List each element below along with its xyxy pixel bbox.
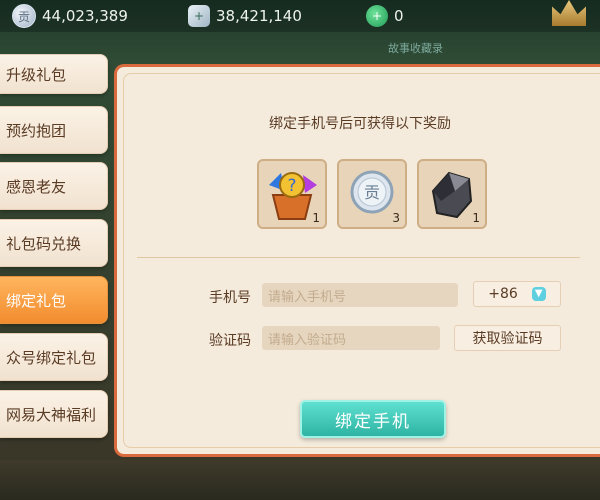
nav-item-label: 众号绑定礼包 — [6, 348, 97, 367]
jade-icon[interactable]: + — [366, 5, 388, 27]
nav-item-label: 绑定礼包 — [6, 291, 67, 310]
nav-item-account-bind-gift[interactable]: 众号绑定礼包 — [0, 333, 108, 381]
currency-coin: 贡 44,023,389 — [12, 4, 128, 28]
phone-label: 手机号 — [209, 290, 251, 306]
nav-item-label: 感恩老友 — [6, 177, 67, 196]
reward-count: 1 — [312, 211, 320, 225]
nav-item-upgrade-pack[interactable]: 升级礼包 — [0, 54, 108, 94]
nav-item-label: 礼包码兑换 — [6, 234, 82, 253]
nav-item-dashen-benefits[interactable]: 网易大神福利 — [0, 390, 108, 438]
reward-count: 1 — [472, 211, 480, 225]
bind-phone-panel: 绑定手机号后可获得以下奖励 ? 1 贡 3 1 手机号 请输入手机号 +86 ▼… — [114, 64, 600, 457]
nav-item-reservation[interactable]: 预约抱团 — [0, 106, 108, 154]
chevron-down-icon: ▼ — [531, 287, 546, 301]
code-input[interactable]: 请输入验证码 — [262, 326, 440, 350]
country-code-select[interactable]: +86 ▼ — [473, 281, 561, 307]
code-label: 验证码 — [209, 333, 251, 349]
nav-item-label: 预约抱团 — [6, 121, 67, 140]
country-code-value: +86 — [488, 286, 518, 302]
silver-coin-icon: 贡 — [12, 4, 36, 28]
nav-item-thanks-friends[interactable]: 感恩老友 — [0, 162, 108, 210]
currency-value: 38,421,140 — [216, 7, 302, 25]
reward-slot-ore[interactable]: 1 — [417, 159, 487, 229]
divider — [137, 257, 580, 258]
currency-value: 44,023,389 — [42, 7, 128, 25]
reward-slot-gem-bag[interactable]: ? 1 — [257, 159, 327, 229]
get-code-button[interactable]: 获取验证码 — [454, 325, 561, 351]
top-watermark: 故事收藏录 — [388, 42, 443, 55]
currency-bar: 贡 44,023,389 + 38,421,140 + 0 — [0, 0, 600, 32]
silver-ingot-icon[interactable]: + — [188, 5, 210, 27]
nav-item-bind-gift[interactable]: 绑定礼包 — [0, 276, 108, 324]
currency-jade: + 0 — [366, 5, 404, 27]
nav-item-gift-code[interactable]: 礼包码兑换 — [0, 219, 108, 267]
currency-silver: + 38,421,140 — [188, 5, 302, 27]
reward-title: 绑定手机号后可获得以下奖励 — [269, 116, 451, 132]
bind-phone-button[interactable]: 绑定手机 — [300, 400, 446, 438]
nav-item-label: 升级礼包 — [6, 65, 67, 84]
phone-input[interactable]: 请输入手机号 — [262, 283, 458, 307]
svg-text:?: ? — [287, 176, 296, 196]
currency-value: 0 — [394, 7, 404, 25]
background-ground — [0, 460, 600, 500]
svg-text:贡: 贡 — [364, 183, 380, 202]
crown-icon[interactable] — [552, 0, 586, 26]
nav-item-label: 网易大神福利 — [6, 405, 97, 424]
reward-slot-silver-coin[interactable]: 贡 3 — [337, 159, 407, 229]
reward-count: 3 — [392, 211, 400, 225]
